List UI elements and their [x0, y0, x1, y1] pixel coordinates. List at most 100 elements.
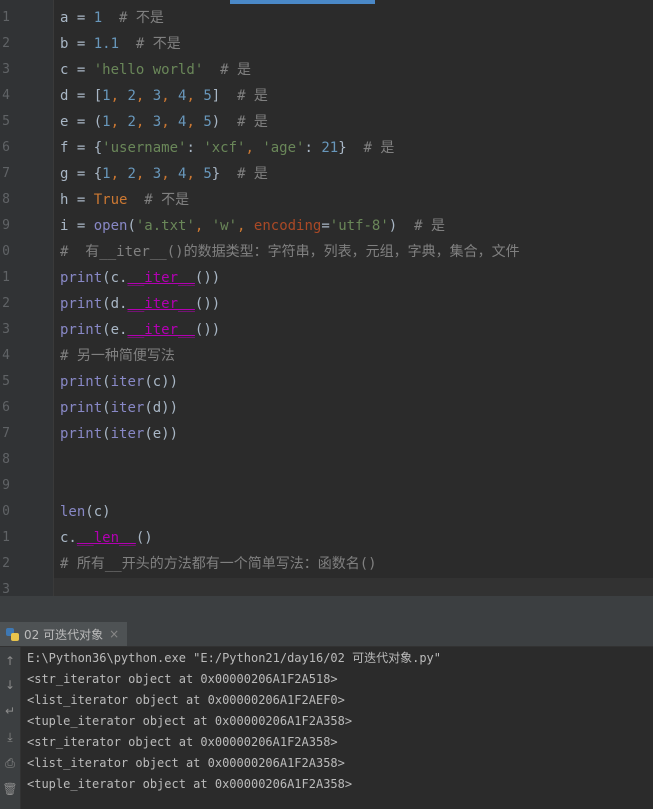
code-token: # 有__iter__()的数据类型：字符串，列表，元组，字典，集合，文件: [60, 244, 520, 260]
code-token: # 是: [237, 166, 268, 182]
code-token: # 不是: [127, 192, 190, 208]
arrow-down-icon[interactable]: ↓: [2, 677, 18, 693]
code-token: iter: [110, 426, 145, 442]
code-token: 3: [152, 166, 162, 182]
print-icon[interactable]: ⎙: [2, 755, 18, 771]
line-number: 7: [2, 166, 10, 181]
code-text: print(c.__iter__()): [60, 265, 220, 291]
run-tab[interactable]: 02 可迭代对象 ×: [0, 622, 128, 646]
code-token: # 是: [237, 88, 268, 104]
code-token: =: [321, 218, 330, 234]
code-token: h =: [60, 192, 94, 208]
code-token: f = {: [60, 140, 103, 156]
python-icon: [6, 627, 19, 641]
code-line[interactable]: 9: [0, 473, 653, 499]
code-token: 'utf-8': [329, 218, 389, 234]
code-text: b = 1.1 # 不是: [60, 31, 181, 57]
code-token: ,: [186, 166, 204, 182]
line-number: 1: [2, 10, 10, 25]
line-number: 3: [2, 582, 10, 596]
code-token: ,: [135, 114, 153, 130]
code-token: ,: [110, 114, 128, 130]
code-line[interactable]: 9 i = open('a.txt', 'w', encoding='utf-8'…: [0, 213, 653, 239]
code-token: ,: [194, 218, 212, 234]
code-line[interactable]: 3 c = 'hello world' # 是: [0, 57, 653, 83]
code-token: 5: [203, 88, 212, 104]
code-line[interactable]: 8 h = True # 不是: [0, 187, 653, 213]
line-number: 2: [2, 296, 10, 311]
code-line[interactable]: 2 # 所有__开头的方法都有一个简单写法：函数名(): [0, 551, 653, 577]
run-tab-bar: 02 可迭代对象 ×: [0, 622, 653, 647]
code-text: # 有__iter__()的数据类型：字符串，列表，元组，字典，集合，文件: [60, 239, 520, 265]
code-token: e = (: [60, 114, 103, 130]
soft-wrap-icon[interactable]: ↵: [2, 703, 18, 719]
code-line[interactable]: 4 d = [1, 2, 3, 4, 5] # 是: [0, 83, 653, 109]
code-token: 1.1: [93, 36, 120, 52]
arrow-up-icon[interactable]: ↑: [2, 653, 18, 669]
panel-splitter[interactable]: [0, 596, 653, 622]
code-token: # 是: [414, 218, 445, 234]
code-text: print(iter(e)): [60, 421, 178, 447]
code-token: ,: [186, 114, 204, 130]
line-number: 6: [2, 400, 10, 415]
code-token: 1: [102, 166, 111, 182]
line-number: 5: [2, 374, 10, 389]
console-line-command: E:\Python36\python.exe "E:/Python21/day1…: [27, 651, 442, 665]
line-number: 4: [2, 348, 10, 363]
code-token: print: [60, 322, 103, 338]
code-line[interactable]: 2 print(d.__iter__()): [0, 291, 653, 317]
code-line[interactable]: 8: [0, 447, 653, 473]
code-line[interactable]: 7 print(iter(e)): [0, 421, 653, 447]
code-token: :: [186, 140, 204, 156]
code-text: c.__len__(): [60, 525, 153, 551]
code-line[interactable]: 0 len(c): [0, 499, 653, 525]
code-token: ()): [194, 322, 221, 338]
code-token: print: [60, 296, 103, 312]
line-number: 0: [2, 244, 10, 259]
code-line[interactable]: 2 b = 1.1 # 不是: [0, 31, 653, 57]
code-token: (c)): [144, 374, 179, 390]
code-text: i = open('a.txt', 'w', encoding='utf-8')…: [60, 213, 445, 239]
code-line[interactable]: 3 print(e.__iter__()): [0, 317, 653, 343]
code-line[interactable]: 0 # 有__iter__()的数据类型：字符串，列表，元组，字典，集合，文件: [0, 239, 653, 265]
code-token: __len__: [76, 530, 136, 546]
code-token: a =: [60, 10, 94, 26]
code-token: :: [304, 140, 322, 156]
code-line[interactable]: 6 f = {'username': 'xcf', 'age': 21} # 是: [0, 135, 653, 161]
code-token: 1: [102, 114, 111, 130]
code-line[interactable]: 4 # 另一种简便写法: [0, 343, 653, 369]
trash-icon[interactable]: 🗑: [2, 781, 18, 797]
code-token: 21: [321, 140, 339, 156]
line-number: 5: [2, 114, 10, 129]
code-line[interactable]: 5 print(iter(c)): [0, 369, 653, 395]
scroll-to-end-icon[interactable]: ⤓: [2, 729, 18, 745]
code-line[interactable]: 1 c.__len__(): [0, 525, 653, 551]
code-token: 'age': [262, 140, 305, 156]
code-text: print(d.__iter__()): [60, 291, 220, 317]
code-token: print: [60, 426, 103, 442]
run-console-output[interactable]: E:\Python36\python.exe "E:/Python21/day1…: [21, 647, 653, 809]
code-line[interactable]: 7 g = {1, 2, 3, 4, 5} # 是: [0, 161, 653, 187]
code-token: 'xcf': [203, 140, 246, 156]
code-line[interactable]: 3: [0, 577, 653, 596]
code-text: d = [1, 2, 3, 4, 5] # 是: [60, 83, 268, 109]
code-token: open: [93, 218, 128, 234]
line-number: 3: [2, 62, 10, 77]
code-token: ,: [161, 88, 179, 104]
code-token: ,: [110, 166, 128, 182]
line-number: 3: [2, 322, 10, 337]
code-line[interactable]: 5 e = (1, 2, 3, 4, 5) # 是: [0, 109, 653, 135]
code-token: iter: [110, 400, 145, 416]
code-text: c = 'hello world' # 是: [60, 57, 251, 83]
code-token: (: [102, 374, 111, 390]
code-editor[interactable]: 1a = 1 # 不是 2 b = 1.1 # 不是 3 c = 'hello worl…: [0, 0, 653, 596]
code-token: (c.: [102, 270, 128, 286]
close-icon[interactable]: ×: [109, 627, 119, 641]
code-text: e = (1, 2, 3, 4, 5) # 是: [60, 109, 268, 135]
code-line[interactable]: 1a = 1 # 不是: [0, 5, 653, 31]
line-number: 0: [2, 504, 10, 519]
code-line[interactable]: 6 print(iter(d)): [0, 395, 653, 421]
code-line[interactable]: 1 print(c.__iter__()): [0, 265, 653, 291]
code-token: (c): [85, 504, 111, 520]
code-text: len(c): [60, 499, 111, 525]
